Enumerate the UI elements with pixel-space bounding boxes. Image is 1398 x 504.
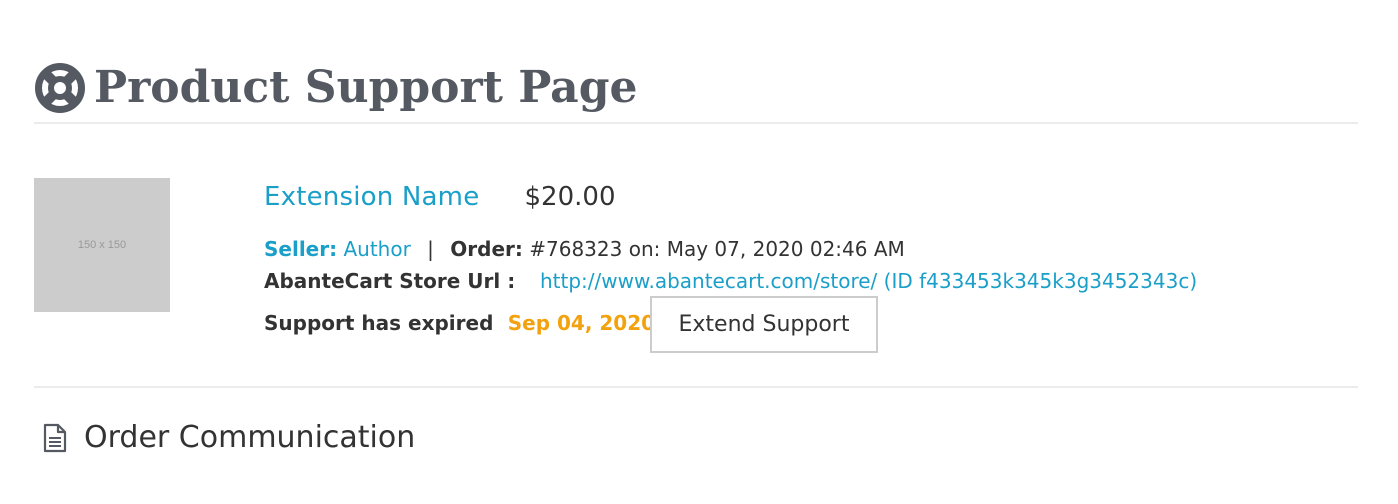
store-url-row: AbanteCart Store Url : http://www.abante… <box>264 267 1197 295</box>
seller-label: Seller: <box>264 237 338 261</box>
life-ring-icon <box>35 63 85 113</box>
page-title: Product Support Page <box>94 62 638 113</box>
product-name-row: Extension Name $20.00 <box>264 178 616 219</box>
order-label: Order: <box>450 237 523 261</box>
product-price: $20.00 <box>524 182 616 212</box>
separator: | <box>427 237 434 261</box>
support-status-row: Support has expired Sep 04, 2020 Extend … <box>264 296 878 353</box>
seller-link[interactable]: Author <box>343 237 410 261</box>
page-header: Product Support Page <box>34 56 1358 124</box>
order-value: #768323 on: May 07, 2020 02:46 AM <box>529 237 905 261</box>
thumbnail-placeholder-text: 150 x 150 <box>77 239 127 251</box>
document-icon <box>43 423 67 453</box>
extend-support-button[interactable]: Extend Support <box>650 296 878 353</box>
seller-order-row: Seller: Author | Order: #768323 on: May … <box>264 235 905 263</box>
store-url-label: AbanteCart Store Url : <box>264 269 516 293</box>
support-expiry-date: Sep 04, 2020 <box>507 311 656 335</box>
extension-name-link[interactable]: Extension Name <box>264 182 479 212</box>
support-status-label: Support has expired <box>264 311 494 335</box>
store-url-link[interactable]: http://www.abantecart.com/store/ (ID f43… <box>540 269 1197 293</box>
product-thumbnail[interactable]: 150 x 150 <box>34 178 170 312</box>
order-communication-title: Order Communication <box>84 420 416 455</box>
section-divider <box>34 386 1358 388</box>
